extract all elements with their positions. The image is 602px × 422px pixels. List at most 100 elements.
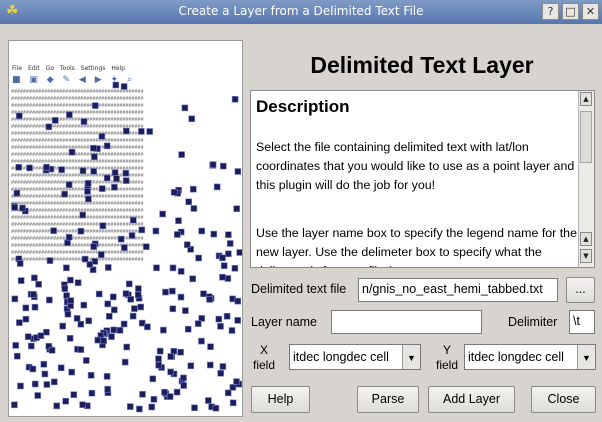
map-point-marker xyxy=(148,403,155,411)
map-point-marker xyxy=(11,401,18,409)
map-point-marker xyxy=(121,358,129,366)
map-point-marker xyxy=(12,342,20,349)
map-point-marker xyxy=(167,353,174,360)
scroll-up-button[interactable]: ▲ xyxy=(580,92,592,106)
map-point-marker xyxy=(79,401,86,409)
map-point-marker xyxy=(226,240,234,247)
map-point-marker xyxy=(146,128,153,135)
map-point-marker xyxy=(50,378,58,386)
map-point-marker xyxy=(91,153,98,161)
map-point-marker xyxy=(29,365,37,373)
map-point-marker xyxy=(120,320,128,328)
map-point-marker xyxy=(34,392,42,399)
map-point-marker xyxy=(98,185,106,192)
help-window-button[interactable]: ? xyxy=(542,3,559,20)
map-point-marker xyxy=(174,231,181,238)
map-point-marker xyxy=(167,368,174,376)
map-point-marker xyxy=(57,364,65,372)
help-button[interactable]: Help xyxy=(251,386,310,413)
x-field-select[interactable]: itdec longdec cell ▼ xyxy=(289,344,421,370)
map-point-marker xyxy=(68,368,76,376)
close-window-button[interactable]: ✕ xyxy=(582,3,599,20)
map-point-marker xyxy=(67,276,74,284)
map-point-marker xyxy=(24,333,32,341)
map-point-marker xyxy=(59,322,67,330)
map-point-marker xyxy=(103,142,111,150)
y-field-label: Yfield xyxy=(435,343,458,372)
maximize-window-button[interactable]: □ xyxy=(562,3,579,20)
map-point-marker xyxy=(236,249,242,256)
map-point-marker xyxy=(65,233,73,241)
map-point-marker xyxy=(88,389,96,397)
scroll-thumb[interactable] xyxy=(580,111,592,163)
parse-button[interactable]: Parse xyxy=(357,386,419,413)
map-point-marker xyxy=(46,296,53,304)
map-point-marker xyxy=(231,265,239,272)
map-point-marker xyxy=(122,177,130,184)
map-point-marker xyxy=(66,334,74,342)
close-button[interactable]: Close xyxy=(531,386,596,413)
map-point-marker xyxy=(178,151,185,158)
map-point-marker xyxy=(99,222,107,230)
map-point-marker xyxy=(195,254,202,262)
map-point-marker xyxy=(43,328,50,336)
map-point-marker xyxy=(43,163,50,171)
map-point-marker xyxy=(123,343,130,351)
map-point-marker xyxy=(217,322,224,330)
map-point-marker xyxy=(77,320,85,328)
map-point-marker xyxy=(103,174,111,182)
scroll-down-button[interactable]: ▼ xyxy=(580,249,592,263)
map-point-marker xyxy=(13,189,21,197)
map-point-marker xyxy=(123,127,130,135)
map-point-marker xyxy=(100,337,107,345)
window-titlebar: ☘ Create a Layer from a Delimited Text F… xyxy=(0,0,602,24)
map-point-marker xyxy=(15,164,22,171)
map-point-marker xyxy=(137,303,144,311)
map-point-marker xyxy=(190,205,198,212)
delimiter-label: Delimiter xyxy=(508,315,558,329)
map-point-marker xyxy=(169,305,177,313)
map-point-marker xyxy=(43,381,51,388)
map-point-marker xyxy=(58,166,65,173)
map-point-marker xyxy=(210,230,218,238)
map-point-marker xyxy=(233,378,240,385)
map-point-marker xyxy=(127,296,134,303)
chevron-down-icon[interactable]: ▼ xyxy=(577,345,595,369)
file-label: Delimited text file xyxy=(251,282,347,296)
map-point-marker xyxy=(121,244,128,251)
map-point-marker xyxy=(180,374,187,382)
map-point-marker xyxy=(220,162,227,170)
layer-name-input[interactable] xyxy=(331,310,482,334)
x-field-label: Xfield xyxy=(252,343,275,372)
map-point-marker xyxy=(61,190,68,198)
map-point-marker xyxy=(98,133,106,140)
map-point-marker xyxy=(122,169,130,177)
map-point-marker xyxy=(30,291,37,298)
map-point-marker xyxy=(17,277,25,284)
map-point-marker xyxy=(16,319,23,326)
add-layer-button[interactable]: Add Layer xyxy=(428,386,515,413)
map-point-marker xyxy=(219,273,226,281)
map-point-marker xyxy=(229,399,237,407)
map-point-marker xyxy=(159,210,166,218)
map-point-marker xyxy=(79,211,86,219)
file-path-input[interactable]: n/gnis_no_east_hemi_tabbed.txt xyxy=(358,278,558,302)
map-point-marker xyxy=(229,384,237,391)
description-scrollbar[interactable]: ▲ ▲ ▼ xyxy=(578,91,594,267)
map-point-marker xyxy=(98,251,105,258)
delimiter-input[interactable]: \t xyxy=(569,310,595,334)
map-point-marker xyxy=(85,195,92,203)
map-point-marker xyxy=(105,264,112,271)
map-point-marker xyxy=(212,404,220,412)
description-panel[interactable]: Description Select the file containing d… xyxy=(250,90,595,268)
map-point-marker xyxy=(225,250,232,258)
map-point-marker xyxy=(35,281,42,288)
browse-button[interactable]: ... xyxy=(566,277,595,303)
scroll-up-button[interactable]: ▲ xyxy=(580,232,592,246)
map-point-marker xyxy=(170,189,178,196)
chevron-down-icon[interactable]: ▼ xyxy=(402,345,420,369)
y-field-select[interactable]: itdec longdec cell ▼ xyxy=(464,344,596,370)
map-point-marker xyxy=(104,300,111,308)
map-point-marker xyxy=(90,243,97,250)
map-point-marker xyxy=(184,325,192,333)
